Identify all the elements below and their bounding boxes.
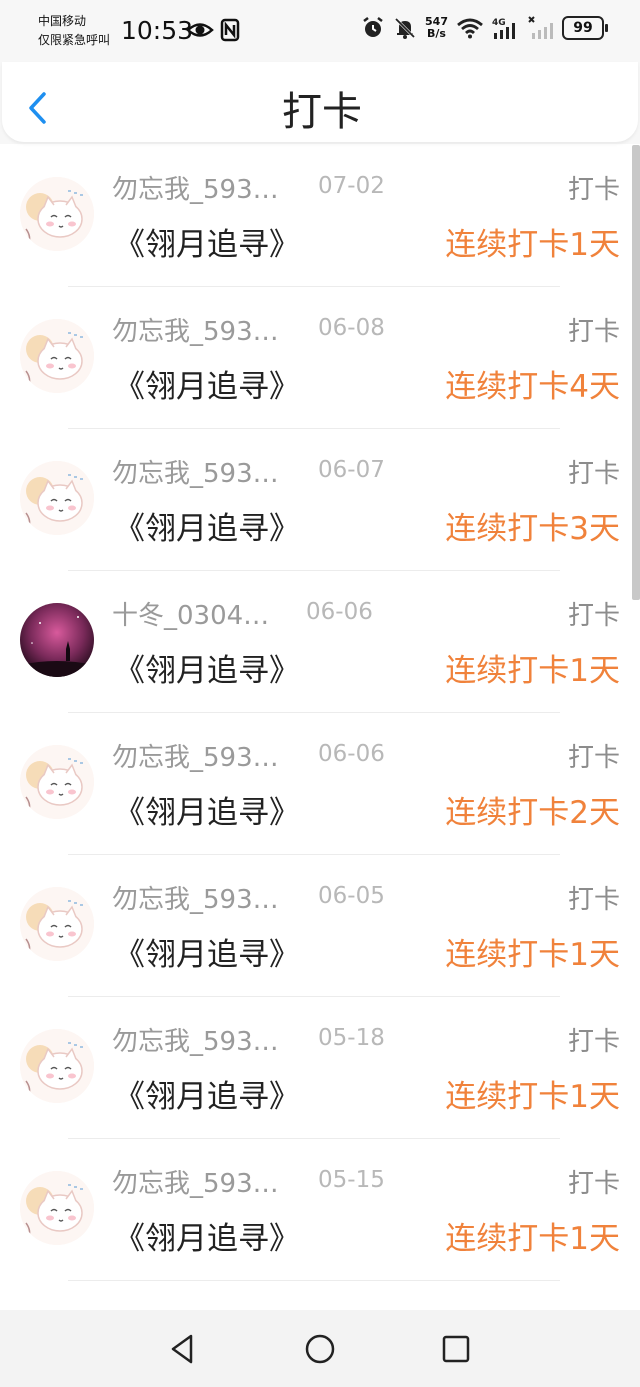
scrollbar[interactable] — [632, 145, 640, 600]
streak-count: 连续打卡4天 — [445, 369, 620, 405]
signal-4g-icon: 4G — [492, 18, 515, 39]
cat-avatar-icon — [20, 887, 94, 961]
avatar[interactable] — [20, 745, 94, 819]
checkin-type: 打卡 — [567, 175, 620, 205]
avatar[interactable] — [20, 177, 94, 251]
checkin-date: 07-02 — [318, 173, 385, 199]
carrier-status: 仅限紧急呼叫 — [38, 33, 111, 47]
user-name[interactable]: 十冬_0304… — [112, 595, 269, 632]
checkin-date: 06-05 — [318, 883, 385, 909]
user-name[interactable]: 勿忘我_593… — [112, 311, 279, 348]
book-title[interactable]: 《翎月追寻》 — [114, 929, 300, 974]
circle-home-icon[interactable] — [303, 1332, 337, 1366]
network-type-label: 4G — [492, 18, 506, 28]
header: 打卡 — [0, 62, 640, 144]
user-name[interactable]: 勿忘我_593… — [112, 453, 279, 490]
square-recents-icon[interactable] — [439, 1332, 473, 1366]
checkin-row[interactable]: 勿忘我_593… 05-18 打卡《翎月追寻》 连续打卡1天 — [0, 997, 640, 1139]
avatar[interactable] — [20, 319, 94, 393]
book-title[interactable]: 《翎月追寻》 — [114, 1213, 300, 1258]
checkin-type: 打卡 — [567, 885, 620, 915]
clock: 10:53 — [121, 16, 194, 45]
streak-count: 连续打卡1天 — [445, 937, 620, 973]
checkin-type: 打卡 — [567, 459, 620, 489]
checkin-type: 打卡 — [567, 1027, 620, 1057]
avatar[interactable] — [20, 1171, 94, 1245]
net-speed-unit: B/s — [427, 27, 446, 40]
cat-avatar-icon — [20, 1029, 94, 1103]
checkin-row[interactable]: 勿忘我_593… 06-08 打卡《翎月追寻》 连续打卡4天 — [0, 287, 640, 429]
streak-count: 连续打卡1天 — [445, 1079, 620, 1115]
system-nav-bar — [0, 1310, 640, 1387]
status-icons-left — [186, 18, 240, 42]
eye-icon — [186, 23, 214, 37]
cat-avatar-icon — [20, 1171, 94, 1245]
alarm-icon — [363, 17, 383, 37]
streak-count: 连续打卡1天 — [445, 227, 620, 263]
net-speed: 547 B/s — [425, 16, 448, 40]
checkin-type: 打卡 — [567, 1169, 620, 1199]
checkin-type: 打卡 — [567, 601, 620, 631]
streak-count: 连续打卡2天 — [445, 795, 620, 831]
divider — [68, 1280, 560, 1281]
user-name[interactable]: 勿忘我_593… — [112, 1163, 279, 1200]
checkin-date: 05-15 — [318, 1167, 385, 1193]
cat-avatar-icon — [20, 319, 94, 393]
carrier-info: 中国移动 仅限紧急呼叫 — [38, 12, 110, 50]
avatar[interactable] — [20, 461, 94, 535]
nfc-icon — [220, 18, 240, 42]
checkin-date: 06-08 — [318, 315, 385, 341]
cat-avatar-icon — [20, 461, 94, 535]
checkin-row[interactable]: 勿忘我_593… 07-02 打卡《翎月追寻》 连续打卡1天 — [0, 145, 640, 287]
no-signal-icon — [528, 16, 553, 39]
checkin-type: 打卡 — [567, 743, 620, 773]
checkin-row[interactable]: 勿忘我_593… 06-06 打卡《翎月追寻》 连续打卡2天 — [0, 713, 640, 855]
avatar[interactable] — [20, 603, 94, 677]
carrier-name: 中国移动 — [38, 14, 87, 28]
checkin-row[interactable]: 十冬_0304… 06-06 打卡《翎月追寻》 连续打卡1天 — [0, 571, 640, 713]
header-card: 打卡 — [2, 62, 638, 142]
streak-count: 连续打卡1天 — [445, 1221, 620, 1257]
mute-bell-icon — [394, 17, 416, 39]
moon-avatar-icon — [20, 603, 94, 677]
user-name[interactable]: 勿忘我_593… — [112, 1021, 279, 1058]
cat-avatar-icon — [20, 177, 94, 251]
checkin-date: 05-18 — [318, 1025, 385, 1051]
user-name[interactable]: 勿忘我_593… — [112, 879, 279, 916]
avatar[interactable] — [20, 887, 94, 961]
book-title[interactable]: 《翎月追寻》 — [114, 361, 300, 406]
book-title[interactable]: 《翎月追寻》 — [114, 219, 300, 264]
checkin-list[interactable]: 勿忘我_593… 07-02 打卡 《翎月追寻》 连续打卡1天 勿忘我_593… 06-08… — [0, 145, 640, 1310]
streak-count: 连续打卡3天 — [445, 511, 620, 547]
cat-avatar-icon — [20, 745, 94, 819]
book-title[interactable]: 《翎月追寻》 — [114, 503, 300, 548]
checkin-row[interactable]: 勿忘我_593… 06-07 打卡《翎月追寻》 连续打卡3天 — [0, 429, 640, 571]
checkin-date: 06-06 — [306, 599, 373, 625]
wifi-icon — [457, 18, 483, 39]
checkin-row[interactable]: 勿忘我_593… 05-15 打卡《翎月追寻》 连续打卡1天 — [0, 1139, 640, 1281]
status-bar: 中国移动 仅限紧急呼叫 10:53 547 B/s 4G 99 — [0, 0, 640, 62]
checkin-date: 06-06 — [318, 741, 385, 767]
book-title[interactable]: 《翎月追寻》 — [114, 645, 300, 690]
streak-count: 连续打卡1天 — [445, 653, 620, 689]
user-name[interactable]: 勿忘我_593… — [112, 737, 279, 774]
checkin-date: 06-07 — [318, 457, 385, 483]
status-icons-right: 547 B/s 4G 99 — [361, 16, 608, 40]
book-title[interactable]: 《翎月追寻》 — [114, 1071, 300, 1116]
book-title[interactable]: 《翎月追寻》 — [114, 787, 300, 832]
page-title: 打卡 — [282, 89, 362, 135]
user-name[interactable]: 勿忘我_593… — [112, 169, 279, 206]
checkin-type: 打卡 — [567, 317, 620, 347]
battery-indicator: 99 — [562, 16, 608, 40]
checkin-row[interactable]: 勿忘我_593… 06-05 打卡《翎月追寻》 连续打卡1天 — [0, 855, 640, 997]
triangle-back-icon[interactable] — [166, 1332, 200, 1366]
avatar[interactable] — [20, 1029, 94, 1103]
